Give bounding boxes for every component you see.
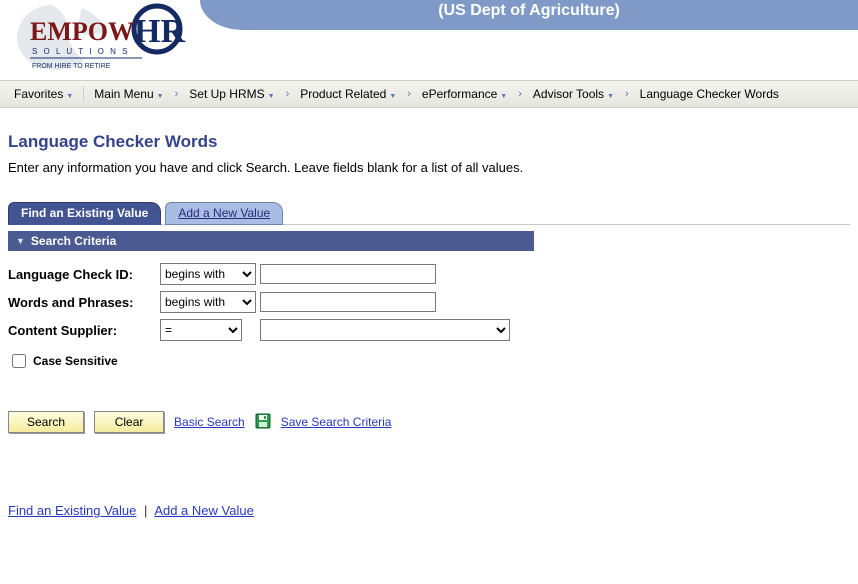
chevron-right-icon: › xyxy=(624,88,630,100)
chevron-right-icon: › xyxy=(406,88,412,100)
breadcrumb-label: Product Related xyxy=(300,87,386,101)
breadcrumb-label: Set Up HRMS xyxy=(189,87,264,101)
checkbox-case-sensitive[interactable] xyxy=(12,354,26,368)
breadcrumb-product-related[interactable]: Product Related▼ xyxy=(294,85,402,103)
search-form: Language Check ID: begins with Words and… xyxy=(8,263,548,341)
logo-sub2: FROM HIRE TO RETIRE xyxy=(32,63,111,70)
bottom-link-add-new[interactable]: Add a New Value xyxy=(154,503,254,518)
breadcrumb-eperformance[interactable]: ePerformance▼ xyxy=(416,85,513,103)
breadcrumb-favorites[interactable]: Favorites▼ xyxy=(8,85,79,103)
bottom-nav-separator: | xyxy=(144,503,147,518)
breadcrumb-label: Main Menu xyxy=(94,87,153,101)
basic-search-link[interactable]: Basic Search xyxy=(174,415,245,429)
chevron-down-icon: ▼ xyxy=(389,93,396,100)
tab-add-new[interactable]: Add a New Value xyxy=(165,202,283,225)
label-content-supplier: Content Supplier: xyxy=(8,323,160,338)
breadcrumb-label: Advisor Tools xyxy=(533,87,604,101)
breadcrumb-divider xyxy=(83,86,84,102)
chevron-down-icon: ▼ xyxy=(157,93,164,100)
chevron-down-icon: ▼ xyxy=(607,93,614,100)
chevron-down-icon: ▼ xyxy=(268,93,275,100)
operator-language-check-id[interactable]: begins with xyxy=(160,263,256,285)
select-content-supplier[interactable] xyxy=(260,319,510,341)
breadcrumb-label: Language Checker Words xyxy=(640,87,779,101)
org-title: (US Dept of Agriculture) xyxy=(200,0,858,22)
chevron-right-icon: › xyxy=(517,88,523,100)
action-row: Search Clear Basic Search Save Search Cr… xyxy=(8,411,850,433)
collapse-icon: ▼ xyxy=(16,236,25,246)
breadcrumb: Favorites▼ Main Menu▼ › Set Up HRMS▼ › P… xyxy=(0,80,858,108)
tab-find-existing[interactable]: Find an Existing Value xyxy=(8,202,161,225)
logo-text-main: EMPOW xyxy=(30,17,134,46)
chevron-down-icon: ▼ xyxy=(66,93,73,100)
bottom-link-find-existing[interactable]: Find an Existing Value xyxy=(8,503,136,518)
section-title: Search Criteria xyxy=(31,234,116,248)
label-case-sensitive: Case Sensitive xyxy=(33,354,118,368)
banner-curve: (US Dept of Agriculture) xyxy=(200,0,858,30)
chevron-right-icon: › xyxy=(174,88,180,100)
tabs: Find an Existing Value Add a New Value xyxy=(8,201,850,225)
breadcrumb-language-checker-words[interactable]: Language Checker Words xyxy=(634,85,785,103)
operator-content-supplier[interactable]: = xyxy=(160,319,242,341)
input-words-and-phrases[interactable] xyxy=(260,292,436,312)
empowhr-logo: EMPOWHR S O L U T I O N S FROM HIRE TO R… xyxy=(12,0,192,75)
banner: (US Dept of Agriculture) EMPOWHR S O L U… xyxy=(0,0,858,80)
logo-text-accent: HR xyxy=(134,13,185,50)
section-header-search-criteria[interactable]: ▼ Search Criteria xyxy=(8,231,534,251)
breadcrumb-set-up-hrms[interactable]: Set Up HRMS ▼ xyxy=(183,85,280,103)
label-language-check-id: Language Check ID: xyxy=(8,267,160,282)
content: Language Checker Words Enter any informa… xyxy=(0,108,858,558)
svg-text:EMPOWHR: EMPOWHR xyxy=(30,13,185,50)
page-title: Language Checker Words xyxy=(8,132,850,152)
breadcrumb-label: ePerformance xyxy=(422,87,497,101)
search-button[interactable]: Search xyxy=(8,411,84,433)
chevron-down-icon: ▼ xyxy=(500,93,507,100)
input-language-check-id[interactable] xyxy=(260,264,436,284)
breadcrumb-main-menu[interactable]: Main Menu ▼ xyxy=(88,85,169,103)
save-icon xyxy=(255,413,271,432)
operator-words-and-phrases[interactable]: begins with xyxy=(160,291,256,313)
bottom-nav: Find an Existing Value | Add a New Value xyxy=(8,503,850,538)
page-instructions: Enter any information you have and click… xyxy=(8,160,850,175)
chevron-right-icon: › xyxy=(285,88,291,100)
breadcrumb-favorites-label: Favorites xyxy=(14,87,63,101)
save-search-criteria-link[interactable]: Save Search Criteria xyxy=(281,415,392,429)
case-sensitive-row: Case Sensitive xyxy=(8,351,850,371)
label-words-and-phrases: Words and Phrases: xyxy=(8,295,160,310)
clear-button[interactable]: Clear xyxy=(94,411,164,433)
logo-sub1: S O L U T I O N S xyxy=(32,47,129,56)
breadcrumb-advisor-tools[interactable]: Advisor Tools▼ xyxy=(527,85,620,103)
